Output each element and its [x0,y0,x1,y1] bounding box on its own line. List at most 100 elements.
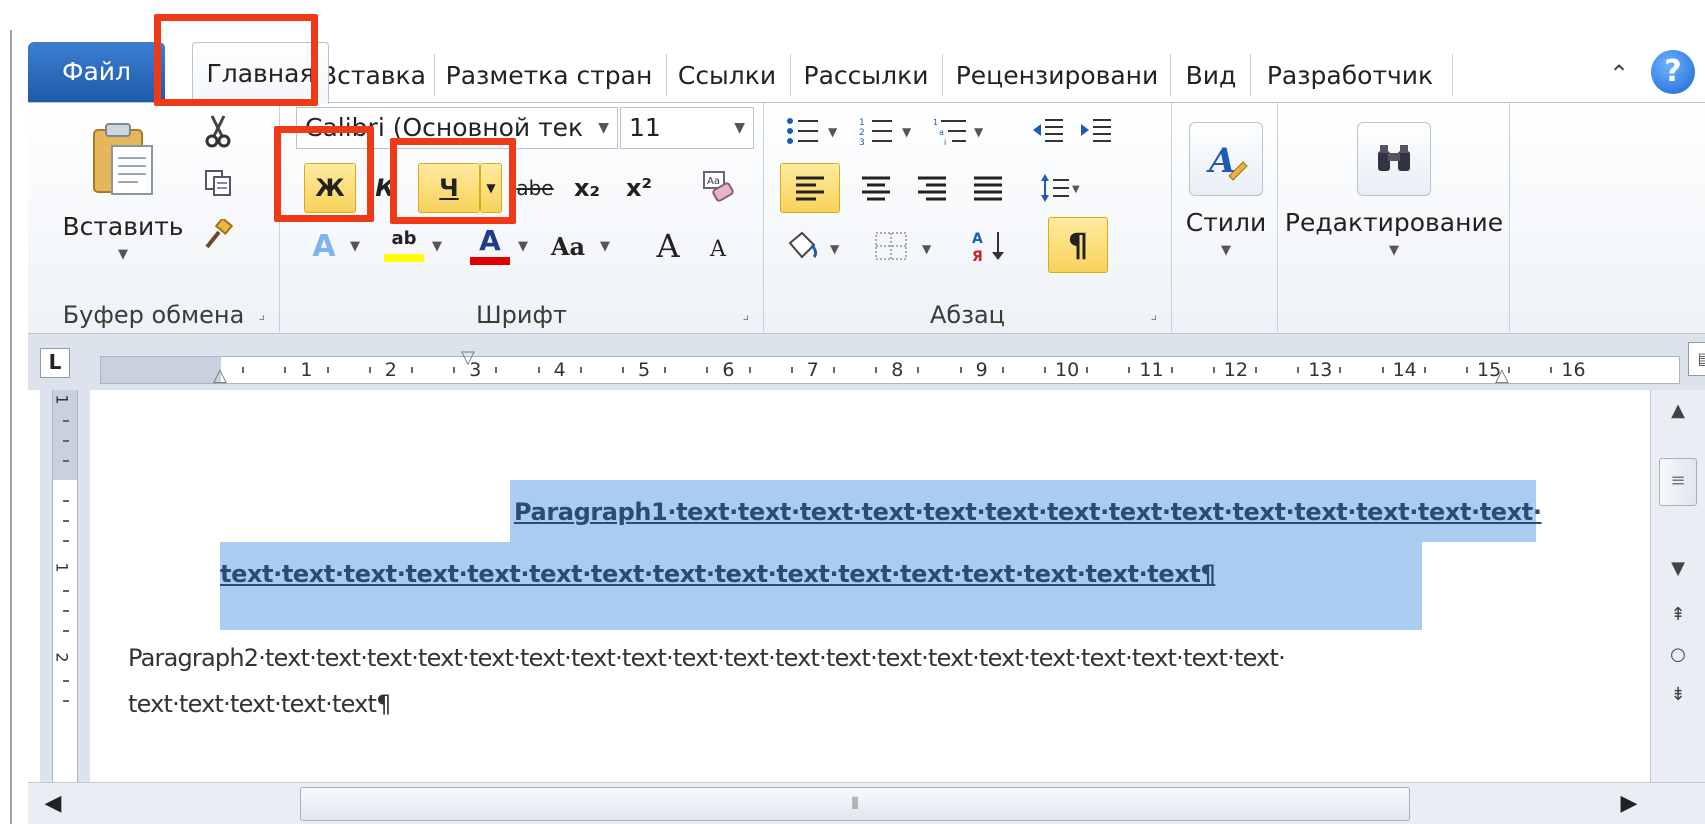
dialog-launcher-icon[interactable]: ⌟ [258,307,265,323]
svg-text:1: 1 [933,118,938,127]
paragraph2-line2[interactable]: text·text·text·text·text¶ [128,690,391,718]
tab-review[interactable]: Рецензировани [948,50,1166,102]
paste-button[interactable]: Вставить ▼ [48,109,198,273]
chevron-down-icon[interactable]: ▼ [346,221,364,271]
sort-icon[interactable]: АЯ [964,221,1014,271]
tab-developer[interactable]: Разработчик [1256,50,1444,102]
paragraph1-line1[interactable]: Paragraph1·text·text·text·text·text·text… [514,498,1542,526]
chevron-down-icon[interactable]: ▼ [598,221,612,271]
document-page[interactable]: Paragraph1·text·text·text·text·text·text… [90,390,1650,782]
next-page-icon[interactable]: ⇟ [1659,676,1697,714]
ruler-number: 7 [806,359,819,381]
dialog-launcher-icon[interactable]: ⌟ [1150,307,1157,323]
align-left-icon[interactable] [780,163,840,213]
collapse-ribbon-icon[interactable]: ⌃ [1601,54,1637,94]
vertical-scrollbar[interactable]: ▲ ≡ ▼ ⇞ ○ ⇟ [1650,390,1705,782]
clear-formatting-icon[interactable]: Aa [694,161,742,211]
highlight-box-underline [390,138,516,224]
highlight-label: ab [391,228,417,249]
editing-button[interactable]: Редактирование ▼ [1284,107,1504,273]
bullets-icon[interactable]: ▼ [782,111,846,151]
scroll-down-icon[interactable]: ▼ [1659,550,1697,588]
highlight-color-button[interactable]: ab [380,221,428,271]
select-browse-object-icon[interactable]: ○ [1659,636,1697,674]
tab-mailings[interactable]: Рассылки [796,50,936,102]
strikethrough-button[interactable]: abe [512,163,558,213]
tab-selector-button[interactable]: L [40,348,70,378]
ruler-number: 15 [1477,359,1502,381]
ruler-number: 4 [553,359,566,381]
dialog-launcher-icon[interactable]: ⌟ [742,307,749,323]
ruler-tick [832,367,835,373]
scroll-right-icon[interactable]: ▶ [1610,785,1648,823]
text-effects-button[interactable]: A [302,221,346,271]
vertical-ruler[interactable]: 1 1 2 [40,390,90,782]
scroll-left-icon[interactable]: ◀ [34,785,72,823]
font-size-combo[interactable]: 11 ▼ [620,107,754,149]
align-right-icon[interactable] [906,163,958,213]
ruler-tick [63,590,69,592]
cut-icon[interactable] [196,109,240,153]
view-ruler-icon[interactable]: ▤ [1688,342,1705,376]
svg-text:3: 3 [859,138,865,146]
ruler-tick [1339,367,1342,373]
subscript-button[interactable]: x₂ [564,163,610,213]
numbering-icon[interactable]: 1 2 3 ▼ [856,111,920,151]
ruler-number: 13 [1308,359,1333,381]
styles-button[interactable]: A Стили ▼ [1182,107,1270,273]
tab-separator [790,54,791,96]
justify-icon[interactable] [962,163,1014,213]
chevron-down-icon[interactable]: ▼ [514,221,532,271]
font-color-button[interactable]: A [466,221,514,271]
paragraph1-line2[interactable]: text·text·text·text·text·text·text·text·… [220,560,1216,588]
paragraph2-line1[interactable]: Paragraph2·text·text·text·text·text·text… [128,644,1286,672]
horizontal-scrollbar-thumb[interactable]: ⦀ [300,787,1410,821]
multilevel-list-icon[interactable]: 1 a i ▼ [930,111,994,151]
increase-indent-icon[interactable] [1074,111,1118,151]
group-label-paragraph: Абзац [929,301,1006,329]
tab-file[interactable]: Файл [28,42,165,102]
show-formatting-marks-button[interactable]: ¶ [1048,217,1108,273]
ruler-tick [326,367,329,373]
shrink-font-button[interactable]: A [698,227,738,271]
hanging-indent-marker[interactable]: △ [213,367,227,385]
format-painter-icon[interactable] [196,213,240,257]
shading-icon[interactable]: ▼ [780,221,854,271]
previous-page-icon[interactable]: ⇞ [1659,596,1697,634]
ruler-number: 11 [1139,359,1164,381]
help-icon[interactable]: ? [1651,50,1695,94]
superscript-button[interactable]: x² [616,163,662,213]
svg-text:▼: ▼ [828,125,838,139]
ruler-tick [1381,367,1384,373]
ruler-tick [368,367,371,373]
scrollbar-thumb[interactable]: ≡ [1659,458,1697,506]
tab-references[interactable]: Ссылки [672,50,782,102]
svg-text:1: 1 [859,118,865,128]
tab-page-layout[interactable]: Разметка стран [440,50,658,102]
align-center-icon[interactable] [850,163,902,213]
ruler-tick [790,367,793,373]
copy-icon[interactable] [196,161,240,205]
line-spacing-icon[interactable]: ▼ [1036,163,1086,213]
tab-separator [1452,54,1453,96]
grow-font-button[interactable]: A [646,221,690,271]
chevron-down-icon[interactable]: ▼ [428,221,446,271]
ruler-tick [579,367,582,373]
scroll-up-icon[interactable]: ▲ [1659,392,1697,430]
styles-gallery-icon: A [1189,122,1263,196]
horizontal-ruler[interactable]: △ ▽ △ 1 2 3 4 5 6 7 8 9 10 11 12 13 14 15 16 [100,349,1680,385]
horizontal-ruler-area: L △ ▽ △ 12345678910111213141516 ▤ [28,334,1705,390]
chevron-down-icon: ▼ [118,247,128,262]
horizontal-scrollbar[interactable]: ◀ ⦀ ▶ [28,782,1705,824]
change-case-button[interactable]: Aa [538,221,598,271]
ruler-tick [284,367,287,373]
tab-view[interactable]: Вид [1176,50,1246,102]
ruler-tick [1465,367,1468,373]
borders-icon[interactable]: ▼ [868,221,948,271]
ruler-tick [1001,367,1004,373]
ruler-number: 14 [1392,359,1417,381]
ruler-tick [1550,367,1553,373]
ruler-number: 1 [300,359,313,381]
decrease-indent-icon[interactable] [1026,111,1070,151]
tab-insert[interactable]: Вставка [320,50,424,102]
